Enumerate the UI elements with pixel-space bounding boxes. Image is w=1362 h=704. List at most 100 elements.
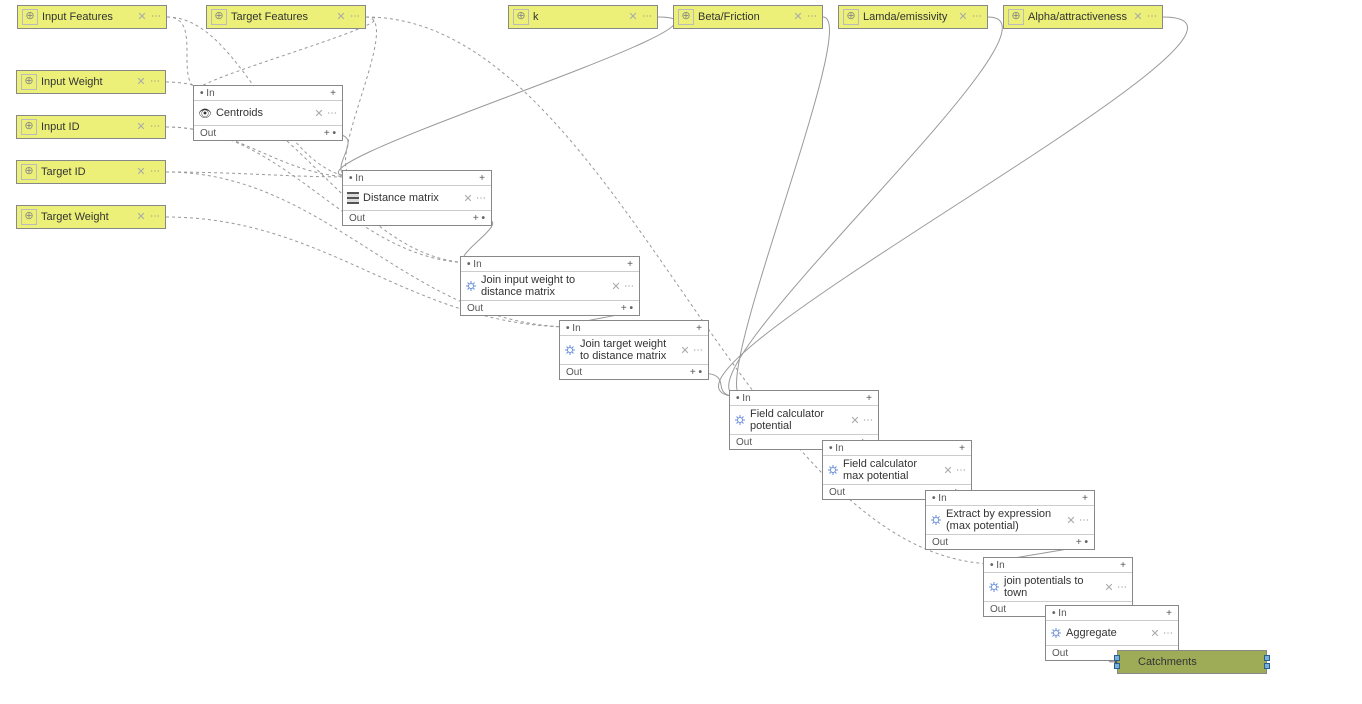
out-label: Out bbox=[1052, 648, 1068, 659]
plus-icon: ⊕ bbox=[211, 9, 227, 25]
add-input-icon[interactable]: + bbox=[1120, 560, 1126, 571]
wire-k-to-dist bbox=[338, 17, 675, 177]
out-label: Out bbox=[349, 213, 365, 224]
menu-icon[interactable]: ⋯ bbox=[150, 161, 161, 183]
plus-icon: ⊕ bbox=[1008, 9, 1024, 25]
algo-extract[interactable]: • In+ Extract by expression (max potenti… bbox=[925, 490, 1095, 550]
param-target_weight[interactable]: ⊕ Target Weight ✕ ⋯ bbox=[16, 205, 166, 229]
menu-icon[interactable]: ⋯ bbox=[624, 281, 635, 292]
output-catchments[interactable]: Catchments bbox=[1117, 650, 1267, 674]
close-icon[interactable]: ✕ bbox=[136, 116, 146, 138]
close-icon[interactable]: ✕ bbox=[314, 107, 324, 120]
close-icon[interactable]: ✕ bbox=[1104, 581, 1114, 594]
close-icon[interactable]: ✕ bbox=[611, 280, 621, 293]
param-input_id[interactable]: ⊕ Input ID ✕ ⋯ bbox=[16, 115, 166, 139]
algo-label: Join input weight to distance matrix bbox=[481, 274, 607, 298]
menu-icon[interactable]: ⋯ bbox=[476, 193, 487, 204]
close-icon[interactable]: ✕ bbox=[463, 192, 473, 205]
menu-icon[interactable]: ⋯ bbox=[693, 345, 704, 356]
wire-input_features-to-centroids bbox=[167, 17, 207, 92]
add-input-icon[interactable]: + bbox=[866, 393, 872, 404]
wire-alpha-to-fc_pot bbox=[718, 17, 1187, 397]
out-label: Out bbox=[200, 128, 216, 139]
add-input-icon[interactable]: + bbox=[627, 259, 633, 270]
add-output-icon[interactable]: + bbox=[324, 128, 330, 139]
add-output-icon[interactable]: + bbox=[1076, 537, 1082, 548]
add-input-icon[interactable]: + bbox=[696, 323, 702, 334]
close-icon[interactable]: ✕ bbox=[943, 464, 953, 477]
menu-icon[interactable]: ⋯ bbox=[956, 465, 967, 476]
menu-icon[interactable]: ⋯ bbox=[1117, 582, 1128, 593]
wire-lambda-to-fc_pot bbox=[729, 17, 1003, 397]
gear-icon bbox=[1050, 627, 1062, 639]
algo-dist[interactable]: • In+ Distance matrix ✕⋯ Out+ • bbox=[342, 170, 492, 226]
menu-icon[interactable]: ⋯ bbox=[807, 6, 818, 28]
menu-icon[interactable]: ⋯ bbox=[150, 206, 161, 228]
add-input-icon[interactable]: + bbox=[479, 173, 485, 184]
menu-icon[interactable]: ⋯ bbox=[151, 6, 162, 28]
param-input_weight[interactable]: ⊕ Input Weight ✕ ⋯ bbox=[16, 70, 166, 94]
param-label: Alpha/attractiveness bbox=[1028, 6, 1129, 28]
plus-icon: ⊕ bbox=[21, 164, 37, 180]
menu-icon[interactable]: ⋯ bbox=[1147, 6, 1158, 28]
menu-icon[interactable]: ⋯ bbox=[327, 108, 338, 119]
param-alpha[interactable]: ⊕ Alpha/attractiveness ✕ ⋯ bbox=[1003, 5, 1163, 29]
close-icon[interactable]: ✕ bbox=[628, 6, 638, 28]
algo-label: Field calculator potential bbox=[750, 408, 846, 432]
param-target_features[interactable]: ⊕ Target Features ✕ ⋯ bbox=[206, 5, 366, 29]
handle-left[interactable] bbox=[1114, 655, 1120, 669]
algo-label: Aggregate bbox=[1066, 627, 1146, 639]
close-icon[interactable]: ✕ bbox=[680, 344, 690, 357]
output-label: Catchments bbox=[1138, 656, 1197, 668]
add-output-icon[interactable]: + bbox=[690, 367, 696, 378]
add-output-icon[interactable]: + bbox=[621, 303, 627, 314]
algo-join_in[interactable]: • In+ Join input weight to distance matr… bbox=[460, 256, 640, 316]
param-beta[interactable]: ⊕ Beta/Friction ✕ ⋯ bbox=[673, 5, 823, 29]
param-input_features[interactable]: ⊕ Input Features ✕ ⋯ bbox=[17, 5, 167, 29]
menu-icon[interactable]: ⋯ bbox=[150, 71, 161, 93]
add-output-icon[interactable]: + bbox=[473, 213, 479, 224]
menu-icon[interactable]: ⋯ bbox=[1163, 628, 1174, 639]
menu-icon[interactable]: ⋯ bbox=[350, 6, 361, 28]
close-icon[interactable]: ✕ bbox=[1066, 514, 1076, 527]
in-label: In bbox=[473, 259, 481, 270]
close-icon[interactable]: ✕ bbox=[793, 6, 803, 28]
add-input-icon[interactable]: + bbox=[1166, 608, 1172, 619]
menu-icon[interactable]: ⋯ bbox=[642, 6, 653, 28]
plus-icon: ⊕ bbox=[843, 9, 859, 25]
in-label: In bbox=[996, 560, 1004, 571]
close-icon[interactable]: ✕ bbox=[137, 6, 147, 28]
param-label: Target Weight bbox=[41, 206, 132, 228]
add-input-icon[interactable]: + bbox=[330, 88, 336, 99]
wire-target_id-to-dist bbox=[166, 172, 356, 177]
menu-icon[interactable]: ⋯ bbox=[972, 6, 983, 28]
param-lambda[interactable]: ⊕ Lamda/emissivity ✕ ⋯ bbox=[838, 5, 988, 29]
close-icon[interactable]: ✕ bbox=[136, 161, 146, 183]
add-input-icon[interactable]: + bbox=[959, 443, 965, 454]
param-label: Lamda/emissivity bbox=[863, 6, 954, 28]
param-k[interactable]: ⊕ k ✕ ⋯ bbox=[508, 5, 658, 29]
algo-centroids[interactable]: • In+ 👁Centroids ✕⋯ Out+ • bbox=[193, 85, 343, 141]
in-label: In bbox=[355, 173, 363, 184]
close-icon[interactable]: ✕ bbox=[958, 6, 968, 28]
menu-icon[interactable]: ⋯ bbox=[863, 415, 874, 426]
in-label: In bbox=[572, 323, 580, 334]
close-icon[interactable]: ✕ bbox=[850, 414, 860, 427]
param-target_id[interactable]: ⊕ Target ID ✕ ⋯ bbox=[16, 160, 166, 184]
eye-icon: 👁 bbox=[198, 107, 212, 120]
menu-icon[interactable]: ⋯ bbox=[150, 116, 161, 138]
algo-label: join potentials to town bbox=[1004, 575, 1100, 599]
table-icon bbox=[347, 192, 359, 204]
close-icon[interactable]: ✕ bbox=[1150, 627, 1160, 640]
add-input-icon[interactable]: + bbox=[1082, 493, 1088, 504]
close-icon[interactable]: ✕ bbox=[336, 6, 346, 28]
close-icon[interactable]: ✕ bbox=[1133, 6, 1143, 28]
param-label: Input ID bbox=[41, 116, 132, 138]
close-icon[interactable]: ✕ bbox=[136, 206, 146, 228]
algo-join_tgt[interactable]: • In+ Join target weight to distance mat… bbox=[559, 320, 709, 380]
handle-right[interactable] bbox=[1264, 655, 1270, 669]
menu-icon[interactable]: ⋯ bbox=[1079, 515, 1090, 526]
gear-icon bbox=[734, 414, 746, 426]
gear-icon bbox=[465, 280, 477, 292]
close-icon[interactable]: ✕ bbox=[136, 71, 146, 93]
